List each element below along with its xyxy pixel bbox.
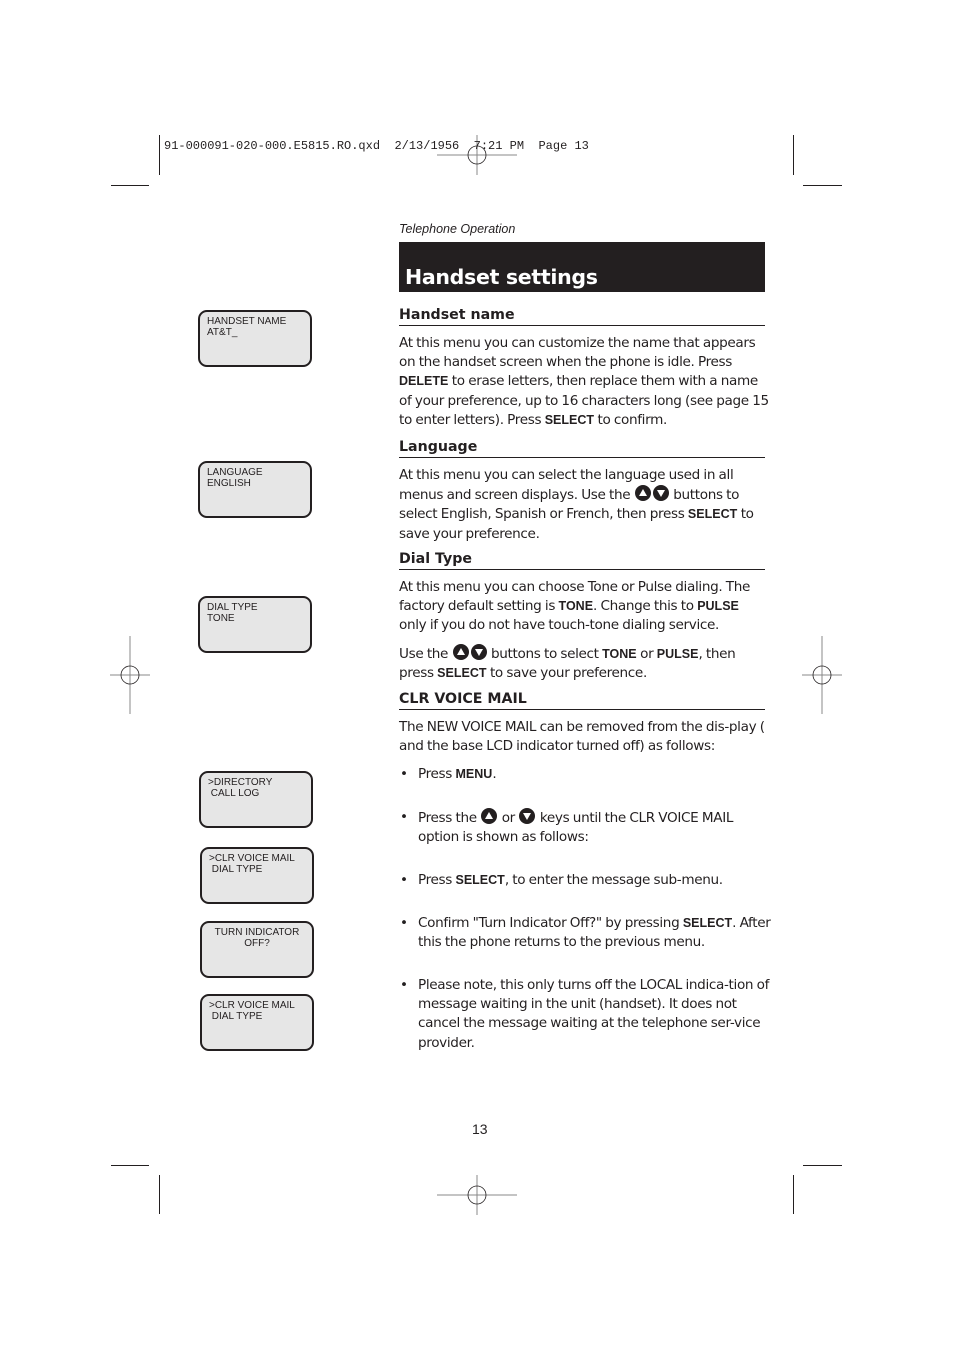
lcd-screen-language: LANGUAGE ENGLISH [198, 461, 312, 518]
key-tone: TONE [558, 599, 594, 614]
crop-mark [803, 185, 842, 186]
bullet: • [400, 977, 408, 993]
heading-handset-name: Handset name [399, 307, 765, 326]
text: Confirm "Turn Indicator Off?" by pressin… [418, 915, 683, 931]
crop-mark [803, 1165, 842, 1166]
text: . Change this to [593, 598, 698, 615]
page-number: 13 [472, 1121, 488, 1137]
bullet: • [400, 915, 408, 931]
lcd-line: OFF? [244, 938, 270, 949]
file-slug: 91-000091-020-000.E5815.RO.qxd 2/13/1956… [164, 139, 589, 153]
lcd-line: >CLR VOICE MAIL [209, 853, 295, 864]
registration-mark-icon [437, 1175, 517, 1215]
list-item: • Press MENU. [399, 765, 771, 784]
text: buttons to select [487, 646, 603, 662]
lcd-line: ENGLISH [207, 478, 251, 489]
list-item: • Please note, this only turns off the LO… [399, 976, 771, 1053]
lcd-line: AT&T_ [207, 327, 238, 338]
heading-dial-type: Dial Type [399, 551, 765, 570]
list-item: • Confirm "Turn Indicator Off?" by pressi… [399, 914, 771, 952]
lcd-line: TONE [207, 613, 235, 624]
text: or [636, 646, 657, 662]
crop-mark [159, 1175, 160, 1214]
text: At this menu you can customize the name … [399, 335, 756, 371]
title-bar: Handset settings [399, 242, 765, 292]
crop-mark [111, 1165, 149, 1166]
text: . [492, 766, 497, 782]
key-select: SELECT [682, 916, 733, 930]
bullet: • [400, 766, 408, 782]
registration-mark-icon [802, 636, 842, 714]
lcd-screen-dial-type: DIAL TYPE TONE [198, 596, 312, 653]
lcd-line: >DIRECTORY [208, 777, 273, 788]
key-select: SELECT [455, 873, 505, 887]
text: Please note, this only turns off the LOC… [418, 977, 770, 1051]
text: Press [418, 766, 456, 782]
lcd-line: >CLR VOICE MAIL [209, 1000, 295, 1011]
lcd-screen-clr-voice-mail: >CLR VOICE MAIL DIAL TYPE [200, 847, 314, 904]
lcd-line: DIAL TYPE [209, 1011, 263, 1022]
lcd-line: CALL LOG [208, 788, 260, 799]
paragraph-dial-type: At this menu you can choose Tone or Puls… [399, 578, 769, 636]
text: only if you do not have touch-tone diali… [399, 617, 720, 634]
list-item: • Press SELECT, to enter the message sub-… [399, 871, 771, 890]
bullet: • [400, 872, 408, 888]
key-delete: DELETE [399, 374, 449, 389]
lcd-screen-clr-voice-mail-return: >CLR VOICE MAIL DIAL TYPE [200, 994, 314, 1051]
key-menu: MENU [455, 767, 493, 781]
up-arrow-button-icon [634, 485, 651, 502]
bullet: • [400, 809, 408, 825]
page-title: Handset settings [405, 265, 598, 289]
list-item: • Press the or keys until the CLR VOICE M… [399, 808, 771, 847]
key-tone: TONE [602, 647, 637, 661]
paragraph-dial-type-2: Use the buttons to select TONE or PULSE,… [399, 644, 769, 683]
lcd-line: DIAL TYPE [207, 602, 258, 613]
crop-mark [111, 185, 149, 186]
paragraph-language: At this menu you can select the language… [399, 466, 769, 544]
lcd-screen-handset-name: HANDSET NAME AT&T_ [198, 310, 312, 367]
up-arrow-button-icon [481, 808, 498, 824]
text: Press [418, 872, 456, 888]
lcd-line: TURN INDICATOR [214, 927, 300, 938]
text: Press the [418, 810, 481, 826]
lcd-screen-turn-indicator: TURN INDICATOR OFF? [200, 921, 314, 978]
lcd-screen-directory: >DIRECTORY CALL LOG [199, 771, 313, 828]
paragraph-clr-intro: The NEW VOICE MAIL can be removed from t… [399, 719, 765, 755]
down-arrow-button-icon [652, 485, 669, 502]
text: or [498, 810, 519, 826]
section-label: Telephone Operation [399, 222, 516, 236]
lcd-line: DIAL TYPE [209, 864, 263, 875]
up-arrow-button-icon [452, 644, 469, 660]
crop-mark [793, 135, 794, 175]
text: to save your preference. [486, 665, 647, 682]
key-select: SELECT [437, 666, 487, 681]
lcd-line: HANDSET NAME [207, 316, 287, 327]
heading-clr-voice-mail: CLR VOICE MAIL [399, 691, 765, 710]
crop-mark [159, 135, 160, 175]
down-arrow-button-icon [519, 808, 536, 824]
crop-mark [793, 1175, 794, 1214]
key-pulse: PULSE [697, 599, 739, 614]
text: Use the [399, 646, 452, 662]
key-pulse: PULSE [656, 647, 699, 661]
key-select: SELECT [544, 412, 594, 427]
registration-mark-icon [110, 636, 150, 714]
down-arrow-button-icon [470, 644, 487, 660]
text: to confirm. [594, 411, 667, 428]
lcd-line: LANGUAGE [207, 467, 263, 478]
heading-language: Language [399, 439, 765, 458]
key-select: SELECT [687, 507, 738, 522]
paragraph-handset-name: At this menu you can customize the name … [399, 334, 769, 430]
text: , to enter the message sub-menu. [504, 872, 723, 888]
